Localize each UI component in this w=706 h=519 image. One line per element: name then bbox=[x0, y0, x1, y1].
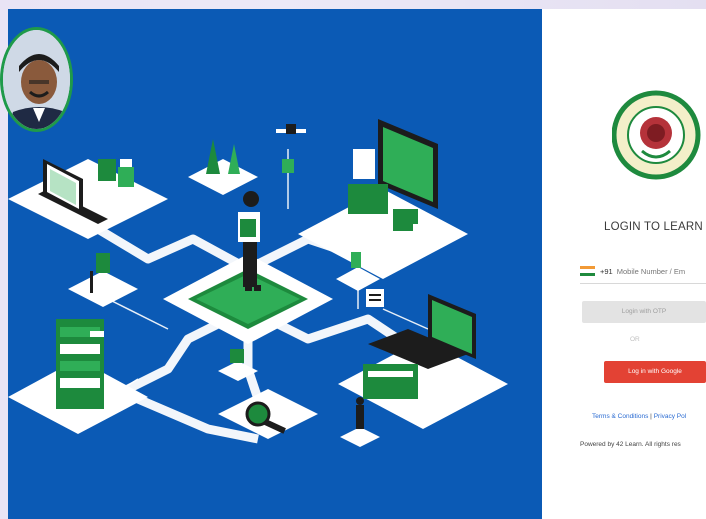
presenter-avatar bbox=[0, 27, 73, 132]
privacy-link[interactable]: Privacy Pol bbox=[654, 413, 687, 420]
legal-links: Terms & Conditions | Privacy Pol bbox=[592, 413, 686, 420]
trees-platform bbox=[188, 139, 258, 195]
hero-illustration bbox=[8, 9, 542, 519]
jntu-kakinada-logo bbox=[611, 87, 702, 197]
laptop-platform-top-left bbox=[8, 159, 168, 239]
monitor-platform-top-right bbox=[298, 119, 468, 279]
country-code[interactable]: +91 bbox=[600, 267, 613, 276]
chat-bubble-icon bbox=[366, 289, 384, 307]
powered-by-footer: Powered by 42 Learn. All rights res bbox=[580, 441, 681, 448]
or-divider-label: OR bbox=[630, 336, 640, 343]
bookshelf-platform bbox=[8, 319, 148, 434]
university-seal-icon bbox=[611, 90, 701, 180]
signboard-platform bbox=[68, 253, 138, 307]
google-login-button[interactable]: Log in with Google bbox=[604, 361, 706, 383]
phone-input-row: +91 bbox=[580, 260, 706, 282]
input-underline bbox=[580, 283, 706, 284]
legal-separator: | bbox=[650, 413, 652, 420]
login-panel: LOGIN TO LEARN +91 Login with OTP OR Log… bbox=[542, 9, 706, 519]
login-with-otp-button[interactable]: Login with OTP bbox=[582, 301, 706, 323]
terms-link[interactable]: Terms & Conditions bbox=[592, 413, 648, 420]
phone-email-input[interactable] bbox=[616, 266, 697, 276]
isometric-learning-network bbox=[8, 119, 508, 447]
login-title: LOGIN TO LEARN bbox=[604, 221, 703, 233]
small-person-platform bbox=[340, 397, 380, 447]
india-flag-icon[interactable] bbox=[580, 266, 595, 276]
drone-icon bbox=[276, 124, 306, 173]
